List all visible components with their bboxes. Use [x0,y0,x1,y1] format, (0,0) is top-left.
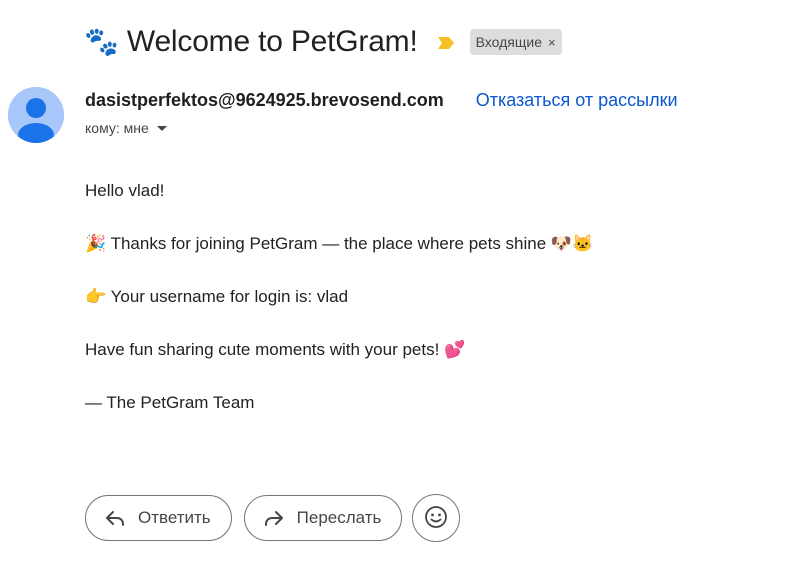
emoji-reaction-button[interactable] [412,494,461,542]
sender-avatar[interactable] [8,87,64,143]
forward-button[interactable]: Переслать [243,495,403,541]
email-body: Hello vlad! 🎉 Thanks for joining PetGram… [85,180,593,445]
sender-row: dasistperfektos@9624925.brevosend.com От… [85,90,678,111]
inbox-label-chip: Входящие × [469,29,562,55]
recipient-text: кому: мне [85,120,149,136]
email-subject: Welcome to PetGram! [126,25,418,58]
inbox-label-text: Входящие [475,34,543,50]
thanks-line: 🎉 Thanks for joining PetGram — the place… [85,234,594,253]
have-fun-line: Have fun sharing cute moments with your … [85,340,466,359]
unsubscribe-link[interactable]: Отказаться от рассылки [476,90,678,111]
forward-icon [263,507,285,529]
forward-label: Переслать [296,508,382,527]
paw-prints-icon: 🐾 [84,25,119,58]
email-subject-row: 🐾 Welcome to PetGram! Входящие × [84,18,562,66]
reply-icon [104,507,126,529]
signature-line: — The PetGram Team [85,393,255,412]
recipient-details-toggle[interactable]: кому: мне [85,120,167,136]
smiley-icon [424,505,448,532]
greeting-line: Hello vlad! [85,181,165,200]
reply-label: Ответить [138,508,211,527]
chevron-down-icon [156,125,167,131]
important-marker-icon[interactable] [437,36,454,49]
reply-button[interactable]: Ответить [85,495,232,541]
email-actions: Ответить Переслать [85,494,461,542]
person-icon [8,87,64,143]
sender-email[interactable]: dasistperfektos@9624925.brevosend.com [85,90,444,111]
username-line: 👉 Your username for login is: vlad [85,287,349,306]
remove-label-icon[interactable]: × [548,35,556,50]
